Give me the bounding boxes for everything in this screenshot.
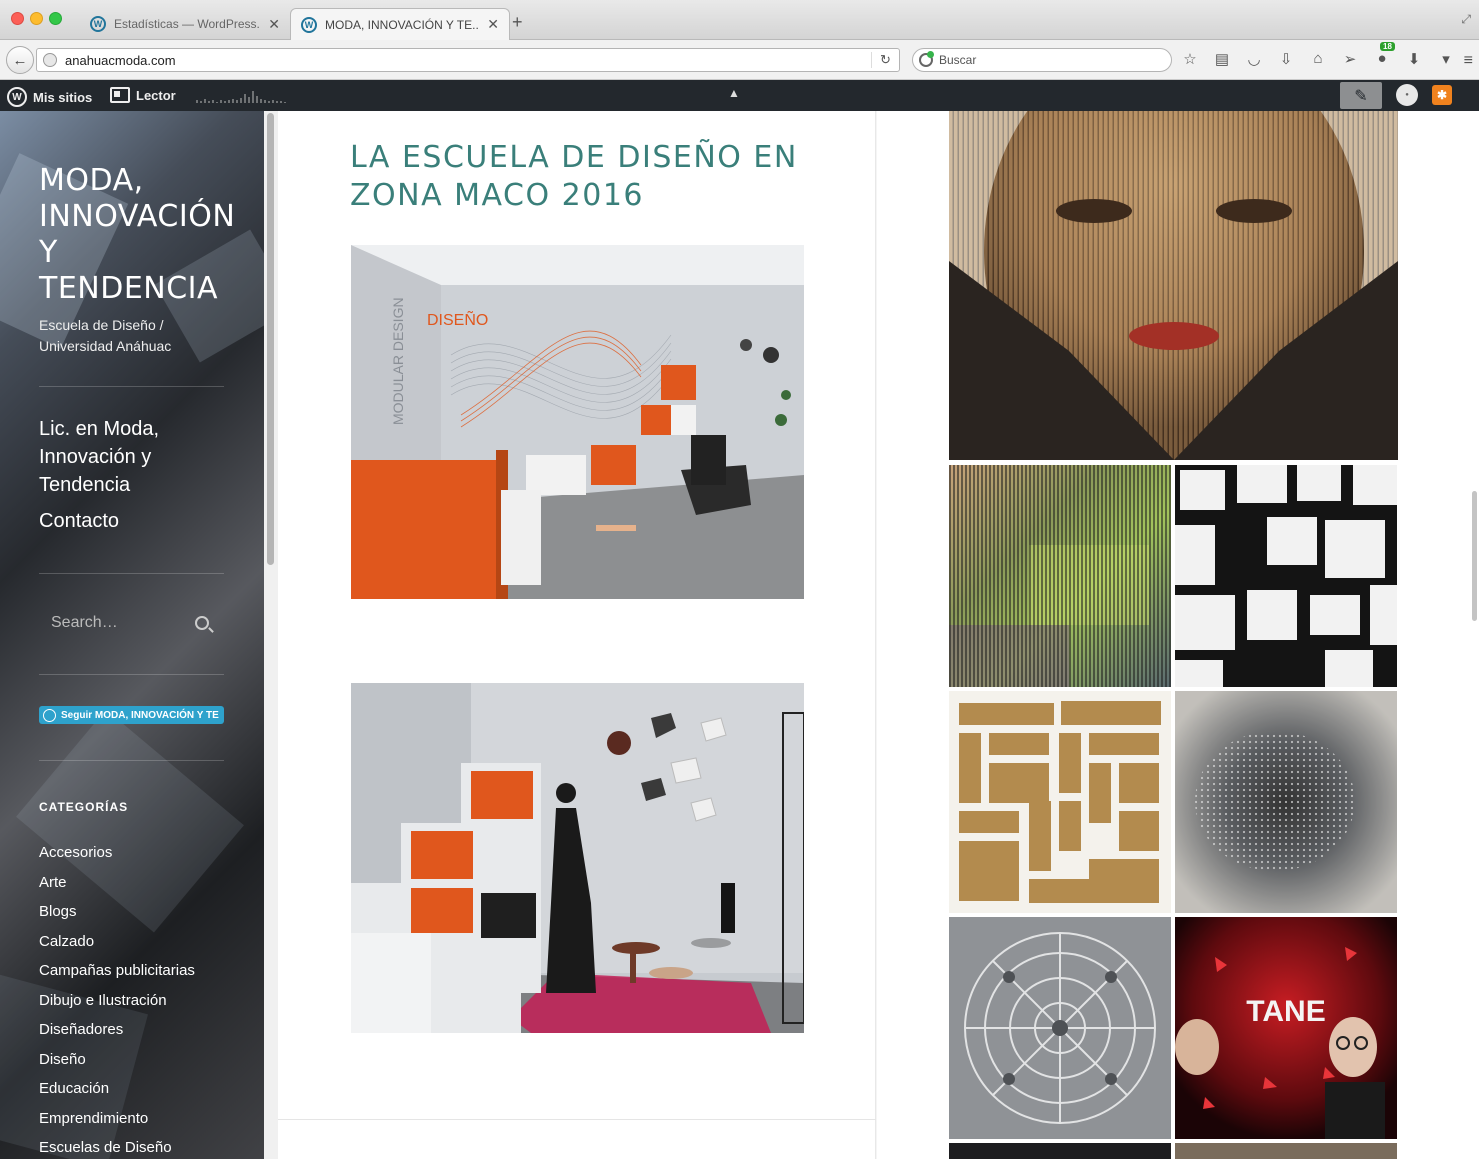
gallery-image-pins[interactable] — [1175, 691, 1397, 913]
reader-icon — [110, 87, 130, 103]
extension-icon[interactable]: ● 18 — [1372, 42, 1395, 68]
notifications-icon[interactable]: ✱ — [1432, 85, 1452, 105]
downloads-arrow-icon[interactable]: ⬇ — [1404, 50, 1424, 68]
categories-list: Accesorios Arte Blogs Calzado Campañas p… — [39, 844, 195, 1159]
avatar[interactable]: ● — [1396, 84, 1418, 106]
follow-button[interactable]: Seguir MODA, INNOVACIÓN Y TE — [39, 706, 224, 724]
tab-label: MODA, INNOVACIÓN Y TE... — [325, 17, 480, 32]
sidebar: MODA, INNOVACIÓN Y TENDENCIA Escuela de … — [0, 111, 264, 1159]
gallery-image-next[interactable] — [1175, 1143, 1397, 1159]
lector-label: Lector — [136, 87, 176, 103]
wp-admin-bar: W Mis sitios Lector ▲ ✎ ● ✱ — [0, 80, 1479, 111]
main-content: LA ESCUELA DE DISEÑO EN ZONA MACO 2016 M… — [278, 111, 876, 1159]
wordpress-icon — [43, 708, 56, 722]
extension-badge: 18 — [1380, 42, 1395, 51]
site-title[interactable]: MODA, INNOVACIÓN Y TENDENCIA — [39, 163, 235, 307]
category-link[interactable]: Emprendimiento — [39, 1110, 195, 1140]
gallery-image-gold-weave[interactable] — [949, 691, 1171, 913]
post-title[interactable]: LA ESCUELA DE DISEÑO EN ZONA MACO 2016 — [350, 139, 810, 215]
close-window-button[interactable] — [11, 12, 24, 25]
url-text[interactable]: anahuacmoda.com — [65, 53, 871, 68]
tane-text: TANE — [1246, 995, 1325, 1028]
page-scrollbar[interactable] — [1471, 111, 1479, 1159]
stats-sparkline[interactable] — [195, 88, 291, 104]
lector-link[interactable]: Lector — [110, 87, 176, 103]
search-placeholder[interactable]: Buscar — [939, 53, 976, 67]
category-link[interactable]: Educación — [39, 1080, 195, 1110]
write-post-button[interactable]: ✎ — [1340, 82, 1382, 109]
close-tab-icon[interactable]: ✕ — [268, 16, 280, 33]
category-link[interactable]: Arte — [39, 874, 195, 904]
home-icon[interactable]: ⌂ — [1308, 50, 1328, 68]
category-link[interactable]: Accesorios — [39, 844, 195, 874]
reload-icon[interactable]: ↻ — [871, 52, 899, 68]
booth-photo[interactable]: MODULAR DESIGN DISEÑO — [351, 245, 804, 599]
search-icon[interactable] — [195, 616, 209, 630]
globe-icon — [43, 53, 57, 67]
divider — [39, 674, 224, 675]
category-link[interactable]: Dibujo e Ilustración — [39, 992, 195, 1022]
divider — [39, 573, 224, 574]
divider — [39, 760, 224, 761]
reading-list-icon[interactable]: ▤ — [1212, 50, 1232, 68]
booth-sign: DISEÑO — [427, 309, 488, 329]
collapse-arrow-icon[interactable]: ▲ — [728, 86, 740, 100]
maximize-window-button[interactable] — [49, 12, 62, 25]
chevron-down-icon[interactable]: ▾ — [1436, 50, 1456, 68]
browser-navbar: ← anahuacmoda.com ↻ Buscar ☆ ▤ ◡ ⇩ ⌂ ➢ ●… — [0, 40, 1479, 80]
fullscreen-icon[interactable]: ⤢ — [1461, 12, 1471, 27]
mis-sitios-link[interactable]: W Mis sitios — [7, 87, 92, 107]
category-link[interactable]: Diseñadores — [39, 1021, 195, 1051]
wordpress-icon: W — [7, 87, 27, 107]
menu-item-lic-moda[interactable]: Lic. en Moda, Innovación y Tendencia — [39, 415, 224, 499]
categories-title: CATEGORÍAS — [39, 800, 129, 814]
hamburger-menu-icon[interactable]: ≡ — [1464, 52, 1473, 70]
follow-label: Seguir MODA, INNOVACIÓN Y TE — [61, 709, 219, 721]
search-bar[interactable]: Buscar — [912, 48, 1172, 72]
category-link[interactable]: Escuelas de Diseño — [39, 1139, 195, 1159]
category-link[interactable]: Blogs — [39, 903, 195, 933]
close-tab-icon[interactable]: ✕ — [487, 16, 499, 33]
image-gallery: TANE — [877, 111, 1479, 1159]
back-button[interactable]: ← — [6, 46, 34, 74]
booth-caption: MODULAR DESIGN — [390, 297, 406, 425]
sidebar-scrollbar[interactable] — [264, 111, 278, 1159]
gallery-image-silver-ornament[interactable] — [949, 917, 1171, 1139]
sidebar-search — [39, 601, 224, 645]
booth-detail-photo[interactable] — [351, 683, 804, 1033]
category-link[interactable]: Diseño — [39, 1051, 195, 1081]
menu-item-contacto[interactable]: Contacto — [39, 507, 224, 535]
pocket-icon[interactable]: ◡ — [1244, 50, 1264, 68]
gallery-image-portrait[interactable] — [949, 111, 1398, 460]
browser-titlebar: W Estadísticas — WordPress.... ✕ W MODA,… — [0, 0, 1479, 40]
scrollbar-thumb[interactable] — [267, 113, 274, 565]
wordpress-icon: W — [90, 16, 106, 32]
bookmark-star-icon[interactable]: ☆ — [1180, 50, 1200, 68]
toolbar-icons: ☆ ▤ ◡ ⇩ ⌂ ➢ ● 18 ⬇ ▾ — [1180, 42, 1456, 68]
category-link[interactable]: Calzado — [39, 933, 195, 963]
tab-moda[interactable]: W MODA, INNOVACIÓN Y TE... ✕ — [290, 8, 510, 40]
download-icon[interactable]: ⇩ — [1276, 50, 1296, 68]
divider — [278, 1119, 876, 1120]
new-tab-button[interactable]: + — [512, 12, 523, 33]
minimize-window-button[interactable] — [30, 12, 43, 25]
mis-sitios-label: Mis sitios — [33, 89, 93, 105]
site-description: Escuela de Diseño / Universidad Anáhuac — [39, 317, 172, 354]
gallery-image-stripes[interactable] — [949, 465, 1171, 687]
tab-label: Estadísticas — WordPress.... — [114, 17, 261, 31]
gallery-image-next[interactable] — [949, 1143, 1171, 1159]
gallery-image-tane[interactable]: TANE — [1175, 917, 1397, 1139]
tab-estadisticas[interactable]: W Estadísticas — WordPress.... ✕ — [80, 8, 290, 40]
url-bar[interactable]: anahuacmoda.com ↻ — [36, 48, 900, 72]
scrollbar-thumb[interactable] — [1472, 491, 1477, 621]
divider — [39, 386, 224, 387]
search-input[interactable] — [39, 614, 189, 632]
page-content: MODA, INNOVACIÓN Y TENDENCIA Escuela de … — [0, 111, 1479, 1159]
category-link[interactable]: Campañas publicitarias — [39, 962, 195, 992]
search-engine-icon — [919, 51, 934, 67]
gallery-image-black-grid[interactable] — [1175, 465, 1397, 687]
send-icon[interactable]: ➢ — [1340, 50, 1360, 68]
wordpress-icon: W — [301, 16, 317, 33]
